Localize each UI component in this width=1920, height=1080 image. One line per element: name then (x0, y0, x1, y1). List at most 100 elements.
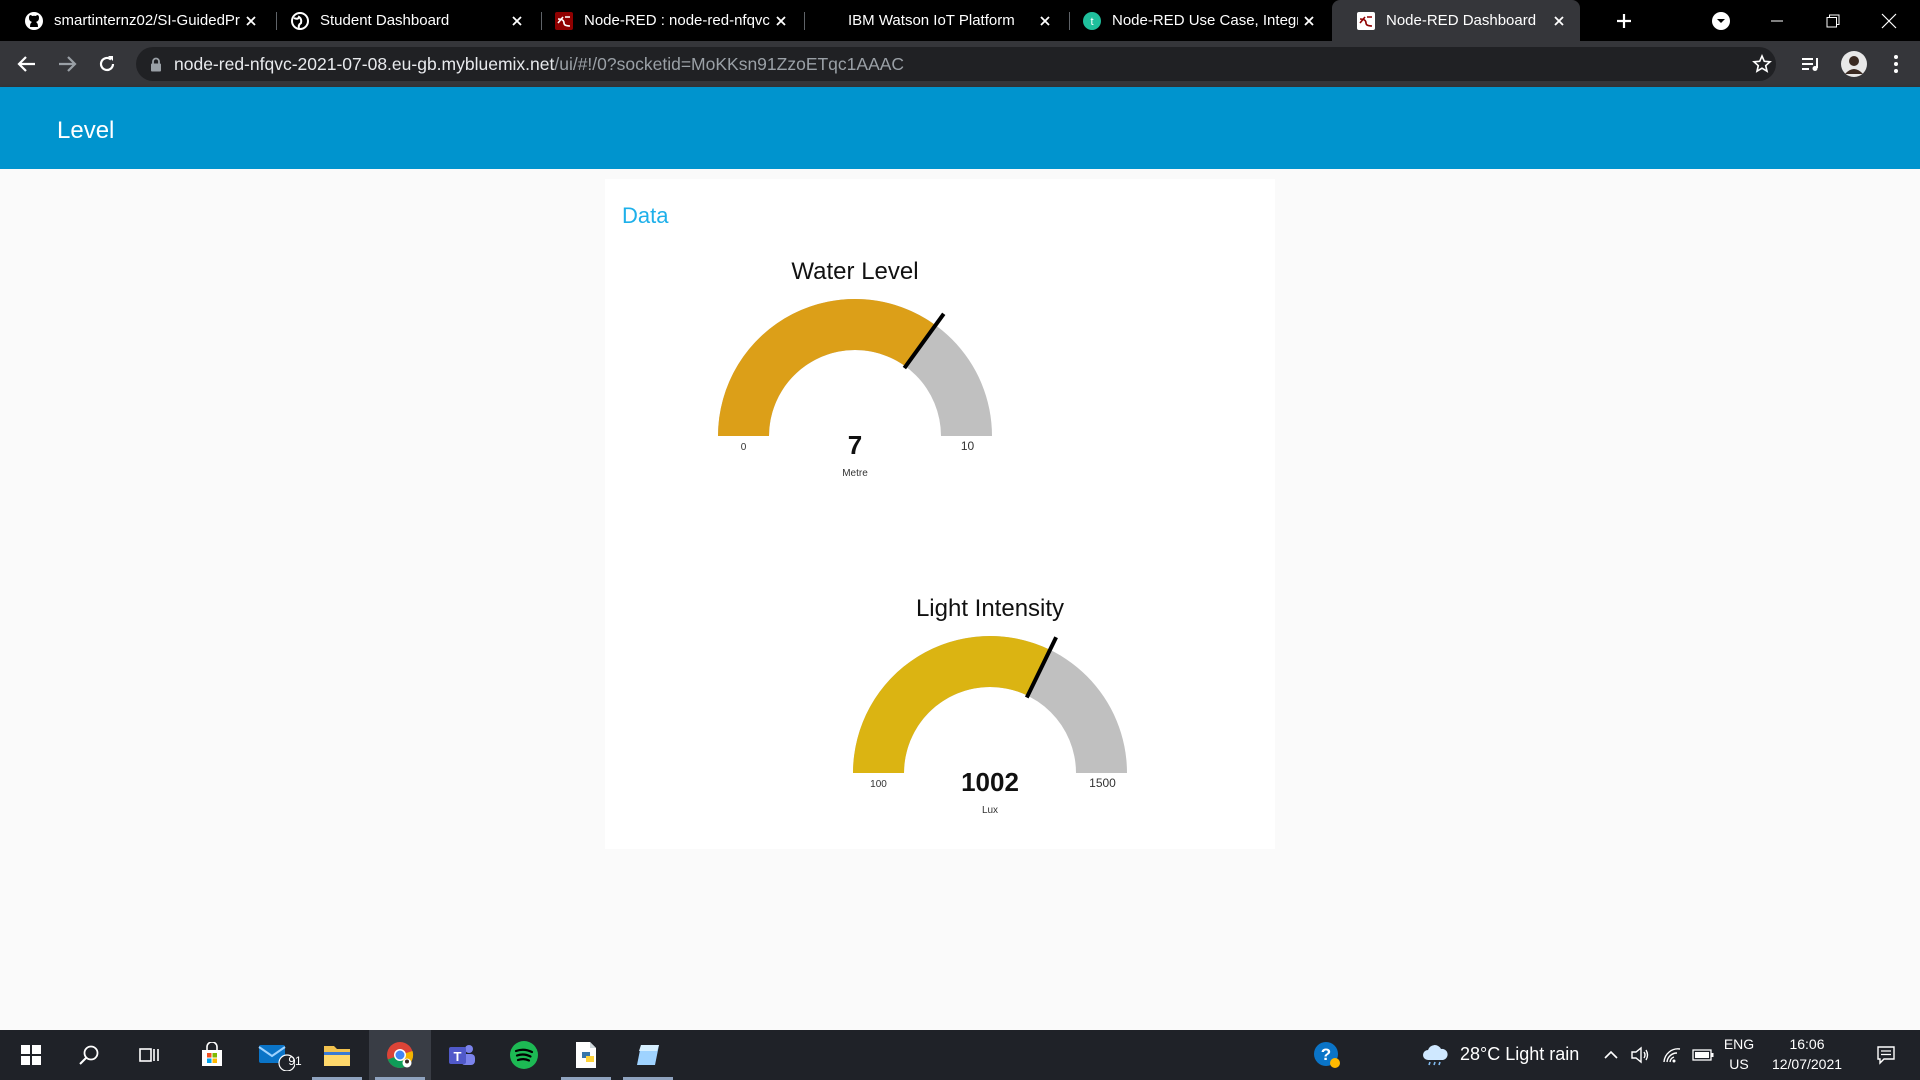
taskbar-store[interactable] (181, 1030, 243, 1080)
gauge-water-level: Water Level 7 Metre 0 10 (718, 258, 992, 479)
help-button[interactable]: ? (1296, 1030, 1358, 1080)
mail-badge: 91 (288, 1054, 302, 1068)
app-icon (637, 1045, 659, 1065)
taskbar-app[interactable] (617, 1030, 679, 1080)
taskbar-chrome[interactable] (369, 1030, 431, 1080)
gauge-light-intensity: Light Intensity 1002 Lux 100 1500 (853, 595, 1127, 816)
url-host: node-red-nfqvc-2021-07-08.eu-gb.mybluemi… (174, 53, 555, 74)
tab-title: Student Dashboard (320, 12, 450, 29)
search-icon (79, 1045, 99, 1065)
tab-title: IBM Watson IoT Platform (848, 12, 1015, 29)
gauge-units: Lux (982, 805, 998, 816)
media-control-button[interactable] (1795, 48, 1827, 80)
folder-icon (324, 1046, 350, 1066)
plus-icon (1617, 14, 1631, 28)
lock-icon[interactable] (150, 57, 162, 72)
battery-button[interactable] (1688, 1030, 1718, 1080)
network-button[interactable] (1658, 1030, 1686, 1080)
weather-text[interactable]: 28°C Light rain (1460, 1044, 1579, 1065)
task-view-button[interactable] (118, 1030, 180, 1080)
start-button[interactable] (0, 1030, 62, 1080)
profile-avatar[interactable] (1838, 48, 1870, 80)
windows-taskbar: 91 T ? 28°C Light rain ENG US 16:06 12/0… (0, 1030, 1920, 1080)
github-icon (24, 11, 44, 31)
tab-title: Node-RED Use Case, Integr (1112, 12, 1298, 29)
chevron-up-icon (1604, 1050, 1618, 1059)
menu-button[interactable] (1880, 48, 1912, 80)
forward-button[interactable] (51, 48, 83, 80)
show-hidden-icons[interactable] (1598, 1030, 1624, 1080)
windows-icon (21, 1045, 41, 1065)
gauge-units: Metre (842, 468, 868, 479)
teams-icon: T (449, 1045, 475, 1065)
close-icon[interactable] (240, 10, 262, 32)
gauge-min-label: 0 (741, 442, 747, 453)
notifications-button[interactable] (1862, 1030, 1910, 1080)
close-icon[interactable] (1034, 10, 1056, 32)
close-icon[interactable] (770, 10, 792, 32)
help-icon: ? (1314, 1042, 1340, 1068)
tab-node-red-dashboard[interactable]: Node-RED Dashboard (1332, 0, 1580, 41)
tab-title: smartinternz02/SI-GuidedPr (54, 12, 240, 29)
gauge-value: 1002 (961, 767, 1019, 797)
clock-date: 12/07/2021 (1771, 1056, 1843, 1072)
restore-icon (1826, 14, 1840, 28)
search-button[interactable] (58, 1030, 120, 1080)
chevron-down-circle-icon (1712, 12, 1730, 30)
reload-button[interactable] (91, 48, 123, 80)
store-icon (202, 1042, 222, 1066)
gauge-value: 7 (848, 430, 862, 460)
node-red-icon (554, 11, 574, 31)
python-file-icon (576, 1042, 596, 1068)
dashboard-content: Data Water Level 7 Metre 0 10 Light Inte… (0, 169, 1920, 1030)
cloud-rain-icon (1423, 1045, 1448, 1066)
taskbar-spotify[interactable] (493, 1030, 555, 1080)
weather-widget-icon[interactable] (1404, 1030, 1466, 1080)
browser-toolbar: node-red-nfqvc-2021-07-08.eu-gb.mybluemi… (0, 41, 1920, 87)
tab-node-red-editor[interactable]: Node-RED : node-red-nfqvc (530, 0, 802, 41)
tab-node-red-use-case[interactable]: t Node-RED Use Case, Integr (1058, 0, 1330, 41)
taskbar-python-app[interactable] (555, 1030, 617, 1080)
notification-icon (1877, 1046, 1895, 1065)
close-window-button[interactable] (1872, 4, 1906, 38)
new-tab-button[interactable] (1607, 4, 1641, 38)
url-text: node-red-nfqvc-2021-07-08.eu-gb.mybluemi… (174, 54, 904, 75)
spotify-icon (510, 1041, 538, 1069)
speaker-icon (1631, 1046, 1649, 1064)
tab-ibm-watson[interactable]: IBM Watson IoT Platform (794, 0, 1066, 41)
bookmark-button[interactable] (1746, 48, 1778, 80)
reload-icon (99, 56, 115, 72)
tab-title: Node-RED : node-red-nfqvc (584, 12, 770, 29)
avatar-icon (1841, 51, 1867, 77)
gauge-title: Light Intensity (916, 595, 1064, 622)
tab-student-dashboard[interactable]: Student Dashboard (266, 0, 538, 41)
back-button[interactable] (11, 48, 43, 80)
taskbar-teams[interactable]: T (431, 1030, 493, 1080)
clock-time: 16:06 (1789, 1036, 1825, 1052)
tab-github[interactable]: smartinternz02/SI-GuidedPr (0, 0, 272, 41)
close-icon[interactable] (1298, 10, 1320, 32)
close-icon[interactable] (506, 10, 528, 32)
taskbar-file-explorer[interactable] (306, 1030, 368, 1080)
minimize-button[interactable] (1760, 4, 1794, 38)
gauge-fill (718, 299, 936, 436)
browser-tab-strip: smartinternz02/SI-GuidedPr Student Dashb… (0, 0, 1920, 41)
close-icon[interactable] (1548, 10, 1570, 32)
restore-button[interactable] (1816, 4, 1850, 38)
volume-button[interactable] (1626, 1030, 1654, 1080)
clock[interactable]: 16:06 12/07/2021 (1762, 1036, 1852, 1072)
tab-search-button[interactable] (1704, 4, 1738, 38)
dashboard-header: Level (0, 87, 1920, 169)
ibm-icon (818, 11, 838, 31)
svg-text:?: ? (1321, 1045, 1331, 1064)
group-card-data: Data Water Level 7 Metre 0 10 Light Inte… (605, 179, 1275, 849)
taskbar-mail[interactable]: 91 (244, 1030, 306, 1080)
close-icon (1881, 13, 1897, 29)
svg-text:T: T (454, 1049, 462, 1064)
address-bar[interactable]: node-red-nfqvc-2021-07-08.eu-gb.mybluemi… (136, 47, 1776, 81)
gauge-fill (853, 636, 1051, 773)
language-indicator[interactable]: ENG US (1720, 1036, 1758, 1072)
minimize-icon (1771, 20, 1783, 22)
chrome-icon (387, 1042, 414, 1068)
language-code: ENG (1723, 1036, 1755, 1052)
